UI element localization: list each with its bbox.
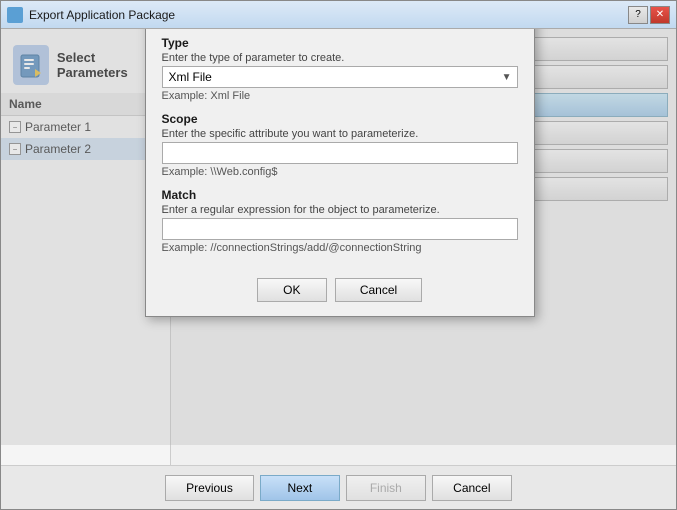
content-area: Select Parameters Name − Parameter 1 − P… [1, 29, 676, 465]
scope-input[interactable] [162, 142, 518, 164]
dialog-cancel-button[interactable]: Cancel [335, 278, 422, 302]
previous-button[interactable]: Previous [165, 475, 254, 501]
next-button[interactable]: Next [260, 475, 340, 501]
main-title-bar: Export Application Package ? ✕ [1, 1, 676, 29]
scope-example: Example: \\Web.config$ [162, 166, 518, 178]
right-panel: Parameter... aarameter Entry... Edit... … [171, 29, 676, 465]
modal-backdrop: Add Parameter Entry ? ✕ Type Enter the t… [1, 29, 676, 445]
scope-description: Enter the specific attribute you want to… [162, 128, 518, 140]
type-select[interactable]: Xml File Connection String App Setting [162, 66, 518, 88]
title-bar-controls: ? ✕ [628, 6, 670, 24]
ok-button[interactable]: OK [257, 278, 327, 302]
finish-button[interactable]: Finish [346, 475, 426, 501]
window-title: Export Application Package [29, 8, 175, 22]
bottom-bar: Previous Next Finish Cancel [1, 465, 676, 509]
window-icon [7, 7, 23, 23]
type-field-group: Type Enter the type of parameter to crea… [162, 36, 518, 102]
match-field-group: Match Enter a regular expression for the… [162, 188, 518, 254]
dialog-buttons: OK Cancel [146, 268, 534, 316]
footer-cancel-button[interactable]: Cancel [432, 475, 512, 501]
scope-label: Scope [162, 112, 518, 126]
type-example: Example: Xml File [162, 90, 518, 102]
type-label: Type [162, 36, 518, 50]
match-example: Example: //connectionStrings/add/@connec… [162, 242, 518, 254]
title-bar-left: Export Application Package [7, 7, 175, 23]
match-input[interactable] [162, 218, 518, 240]
match-description: Enter a regular expression for the objec… [162, 204, 518, 216]
dialog: Add Parameter Entry ? ✕ Type Enter the t… [145, 29, 535, 317]
match-label: Match [162, 188, 518, 202]
close-button[interactable]: ✕ [650, 6, 670, 24]
dialog-content: Type Enter the type of parameter to crea… [146, 29, 534, 268]
type-description: Enter the type of parameter to create. [162, 52, 518, 64]
type-dropdown-container: Xml File Connection String App Setting ▼ [162, 66, 518, 88]
main-window: Export Application Package ? ✕ S [0, 0, 677, 510]
help-button[interactable]: ? [628, 6, 648, 24]
scope-field-group: Scope Enter the specific attribute you w… [162, 112, 518, 178]
